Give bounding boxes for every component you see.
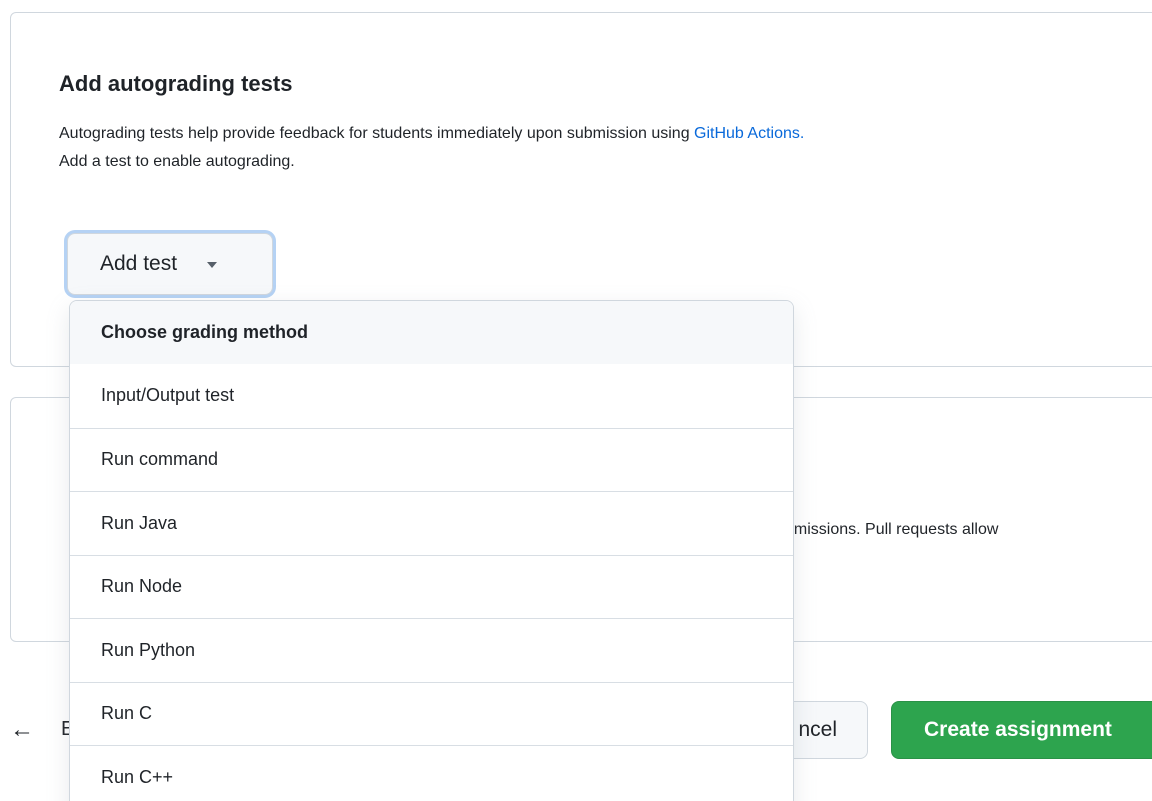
dropdown-item-run-java[interactable]: Run Java xyxy=(70,491,793,555)
dropdown-item-input-output[interactable]: Input/Output test xyxy=(70,364,793,428)
section-description: Autograding tests help provide feedback … xyxy=(59,120,1139,176)
add-test-label: Add test xyxy=(100,252,178,275)
create-assignment-label: Create assignment xyxy=(924,718,1112,741)
caret-down-icon xyxy=(207,262,218,268)
grading-method-dropdown: Choose grading method Input/Output test … xyxy=(69,300,794,801)
description-text-2: Add a test to enable autograding. xyxy=(59,153,295,170)
dropdown-item-run-python[interactable]: Run Python xyxy=(70,618,793,682)
dropdown-list: Input/Output test Run command Run Java R… xyxy=(70,364,793,801)
create-assignment-button[interactable]: Create assignment xyxy=(891,701,1152,759)
section-title: Add autograding tests xyxy=(59,71,293,96)
github-actions-link[interactable]: GitHub Actions. xyxy=(694,125,804,142)
dropdown-header: Choose grading method xyxy=(70,301,793,364)
add-test-button[interactable]: Add test xyxy=(67,233,273,295)
dropdown-item-run-c[interactable]: Run C xyxy=(70,681,793,746)
page: Add autograding tests Autograding tests … xyxy=(0,0,1152,801)
feedback-description-partial: omissions. Pull requests allow xyxy=(785,521,999,538)
cancel-button-label: ncel xyxy=(798,718,837,741)
dropdown-item-run-cpp[interactable]: Run C++ xyxy=(70,745,793,801)
dropdown-item-run-node[interactable]: Run Node xyxy=(70,554,793,619)
description-text: Autograding tests help provide feedback … xyxy=(59,125,695,142)
arrow-left-icon[interactable]: ← xyxy=(10,716,34,744)
dropdown-item-run-command[interactable]: Run command xyxy=(70,427,793,492)
